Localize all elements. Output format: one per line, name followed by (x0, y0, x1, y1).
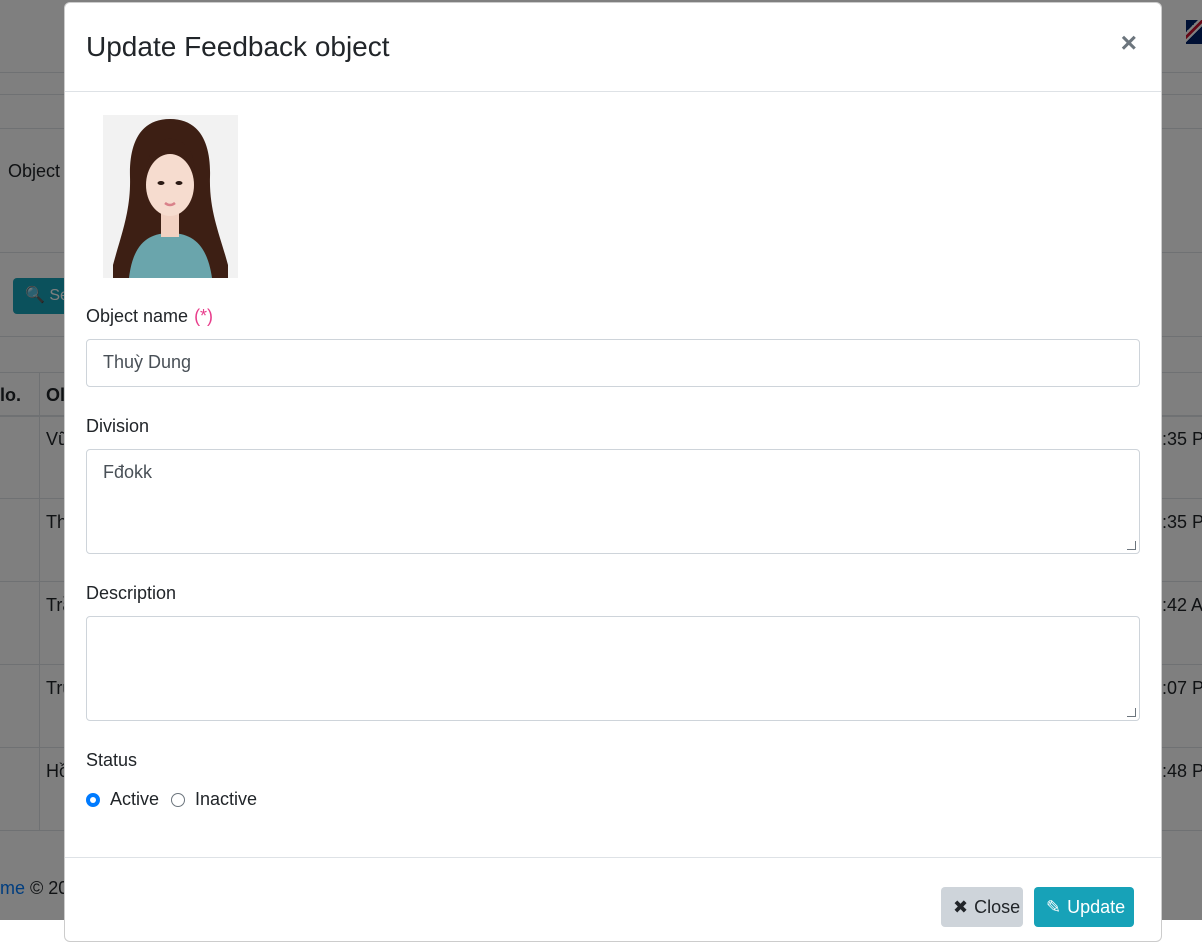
status-active-radio[interactable] (86, 792, 100, 807)
modal-header: Update Feedback object × (65, 3, 1161, 92)
edit-icon: ✎ (1046, 896, 1062, 917)
object-name-input[interactable]: Thuỳ Dung (86, 339, 1140, 387)
status-active-label[interactable]: Active (110, 789, 159, 810)
status-radio-group: Active Inactive (86, 789, 269, 810)
status-label: Status (86, 750, 138, 770)
close-button[interactable]: ✖ Close (941, 887, 1023, 927)
division-textarea[interactable]: Fđokk (86, 449, 1140, 554)
resize-handle-icon[interactable] (1127, 708, 1136, 717)
object-name-value: Thuỳ Dung (103, 352, 192, 372)
close-icon: ✖ (953, 896, 969, 917)
avatar-photo (103, 115, 238, 278)
update-button-label: Update (1067, 896, 1126, 917)
update-feedback-modal: Update Feedback object × Object name (*)… (64, 2, 1162, 942)
modal-footer: ✖ Close ✎ Update (65, 857, 1161, 948)
division-label: Division (86, 416, 150, 436)
update-button[interactable]: ✎ Update (1034, 887, 1134, 927)
close-button-label: Close (974, 896, 1021, 917)
description-textarea[interactable] (86, 616, 1140, 721)
required-marker: (*) (194, 306, 214, 326)
object-name-label-text: Object name (86, 306, 189, 326)
object-name-label: Object name (*) (86, 306, 213, 327)
status-inactive-label[interactable]: Inactive (195, 789, 257, 810)
avatar (103, 115, 238, 278)
close-icon[interactable]: × (1121, 29, 1137, 57)
status-inactive-radio[interactable] (171, 792, 186, 807)
resize-handle-icon[interactable] (1127, 541, 1136, 550)
modal-title: Update Feedback object (86, 31, 390, 62)
description-label: Description (86, 583, 177, 603)
division-value: Fđokk (103, 462, 153, 482)
